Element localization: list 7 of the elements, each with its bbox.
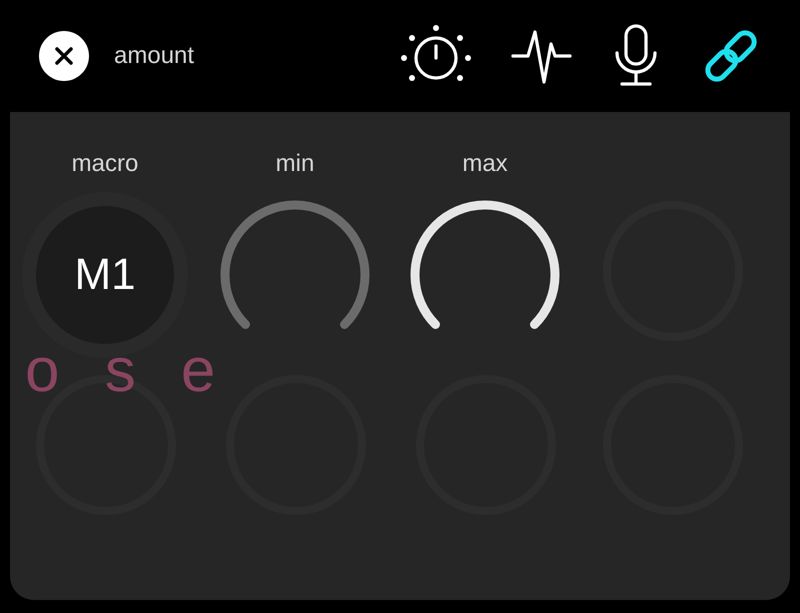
knob-label: macro bbox=[72, 150, 138, 178]
macro-knob[interactable]: M1 bbox=[36, 206, 174, 344]
knob-label: min bbox=[276, 150, 314, 178]
close-icon bbox=[54, 46, 74, 66]
knob-label: max bbox=[462, 150, 508, 178]
header-title: amount bbox=[114, 41, 194, 71]
close-button[interactable] bbox=[39, 31, 89, 81]
